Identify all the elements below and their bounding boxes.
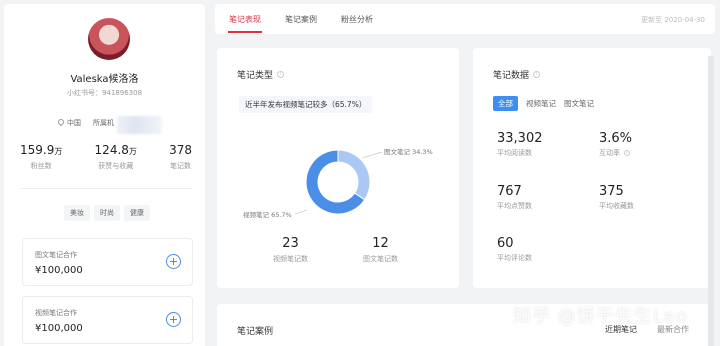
location: 中国 xyxy=(56,117,81,128)
stat-unit: 万 xyxy=(54,147,63,156)
stat-value: 378 xyxy=(169,143,192,157)
organization-label: 所属机 xyxy=(93,119,114,127)
note-type-donut-chart: 图文笔记 34.3% 视频笔记 65.7% xyxy=(243,147,433,219)
note-data-panel: 笔记数据 i 全部 视频笔记 图文笔记 33,302 平均阅读数 3.6% 互动率… xyxy=(473,48,711,288)
metric-label: 平均点赞数 xyxy=(497,202,532,210)
metric-avg-comments: 60 平均评论数 xyxy=(497,236,532,263)
profile-id: 小红书号：941896308 xyxy=(66,89,143,97)
count-label: 视频笔记数 xyxy=(273,255,308,263)
video-note-count: 23 视频笔记数 xyxy=(273,236,308,264)
stat-value: 124.8 xyxy=(94,143,129,157)
stat-label: 粉丝数 xyxy=(30,162,52,170)
metric-avg-likes: 767 平均点赞数 xyxy=(497,184,532,211)
tag-list: 美妆 时尚 健康 xyxy=(64,205,150,221)
location-text: 中国 xyxy=(67,119,81,127)
note-filter-segment: 全部 视频笔记 图文笔记 xyxy=(493,96,594,111)
metric-interaction-rate: 3.6% 互动率 i xyxy=(599,131,632,158)
metric-avg-favorites: 375 平均收藏数 xyxy=(599,184,634,211)
count-value: 23 xyxy=(282,236,299,251)
stat-value: 159.9 xyxy=(20,143,55,157)
stat-label: 笔记数 xyxy=(170,162,192,170)
count-label: 图文笔记数 xyxy=(363,255,398,263)
tab-fan-analysis[interactable]: 粉丝分析 xyxy=(341,14,373,25)
metric-label: 平均评论数 xyxy=(497,254,532,262)
image-note-slice-label: 图文笔记 34.3% xyxy=(384,147,433,156)
metric-value: 375 xyxy=(599,184,624,199)
note-type-summary: 近半年发布视频笔记较多（65.7%） xyxy=(239,96,373,113)
stat-likes: 124.8万 获赞与收藏 xyxy=(95,143,137,171)
active-tab-indicator xyxy=(228,31,262,33)
tag[interactable]: 时尚 xyxy=(94,205,120,221)
scrollbar[interactable] xyxy=(708,56,714,346)
info-icon[interactable]: i xyxy=(533,71,541,78)
blurred-organization xyxy=(117,116,162,134)
panel-title: 笔记类型 i xyxy=(237,68,285,81)
profile-name: Valeska候洛洛 xyxy=(70,74,139,85)
metric-label: 平均阅读数 xyxy=(497,149,532,157)
stat-label: 获赞与收藏 xyxy=(98,162,134,170)
segment-image[interactable]: 图文笔记 xyxy=(564,98,594,109)
panel-title-text: 笔记数据 xyxy=(493,71,530,81)
top-tab-bar: 笔记表现 笔记案例 粉丝分析 更新至 2020-04-30 xyxy=(215,4,715,34)
card-title: 视频笔记合作 xyxy=(35,309,77,317)
tab-note-performance[interactable]: 笔记表现 xyxy=(229,14,261,25)
add-circle-icon[interactable] xyxy=(166,254,181,269)
avatar[interactable] xyxy=(88,18,130,60)
metric-avg-reads: 33,302 平均阅读数 xyxy=(497,131,543,158)
segment-video[interactable]: 视频笔记 xyxy=(526,98,556,109)
panel-title-text: 笔记类型 xyxy=(237,71,274,81)
profile-stats: 159.9万 粉丝数 124.8万 获赞与收藏 378 笔记数 xyxy=(20,143,192,171)
info-icon[interactable]: i xyxy=(624,150,630,156)
donut-slice-image[interactable] xyxy=(337,149,371,201)
add-circle-icon[interactable] xyxy=(166,312,181,327)
stat-followers: 159.9万 粉丝数 xyxy=(20,143,62,171)
updated-date: 更新至 2020-04-30 xyxy=(641,16,705,24)
watermark: 知乎 @饼干先生Leo xyxy=(513,306,688,327)
stat-unit: 万 xyxy=(128,147,137,156)
video-note-slice-label: 视频笔记 65.7% xyxy=(243,210,292,219)
metric-value: 767 xyxy=(497,184,522,199)
metric-label: 互动率 xyxy=(599,149,620,157)
metric-value: 60 xyxy=(497,236,514,251)
video-note-coop-card: 视频笔记合作 ¥100,000 xyxy=(22,296,193,344)
metric-label-row: 互动率 i xyxy=(599,148,632,158)
card-price: ¥100,000 xyxy=(35,323,83,334)
image-note-count: 12 图文笔记数 xyxy=(363,236,398,264)
count-value: 12 xyxy=(372,236,389,251)
location-pin-icon xyxy=(56,117,66,127)
card-price: ¥100,000 xyxy=(35,265,83,276)
segment-all[interactable]: 全部 xyxy=(493,96,518,111)
tab-note-cases[interactable]: 笔记案例 xyxy=(285,14,317,25)
tag[interactable]: 健康 xyxy=(124,205,150,221)
stat-notes: 378 笔记数 xyxy=(169,143,192,171)
divider xyxy=(20,188,192,189)
leader-line xyxy=(294,209,308,215)
tag[interactable]: 美妆 xyxy=(64,205,90,221)
panel-title: 笔记案例 xyxy=(237,327,274,337)
leader-line xyxy=(361,151,383,159)
image-note-coop-card: 图文笔记合作 ¥100,000 xyxy=(22,238,193,286)
metric-value: 33,302 xyxy=(497,131,543,146)
metric-value: 3.6% xyxy=(599,131,633,146)
note-type-panel: 笔记类型 i 近半年发布视频笔记较多（65.7%） 图文笔记 34.3% 视频笔记… xyxy=(217,48,459,288)
metric-label: 平均收藏数 xyxy=(599,202,634,210)
location-row: 中国 所属机 xyxy=(56,117,114,128)
panel-title: 笔记数据 i xyxy=(493,68,541,81)
card-title: 图文笔记合作 xyxy=(35,251,77,259)
info-icon[interactable]: i xyxy=(277,71,285,78)
profile-panel: Valeska候洛洛 小红书号：941896308 中国 所属机 159.9万 … xyxy=(4,4,205,346)
